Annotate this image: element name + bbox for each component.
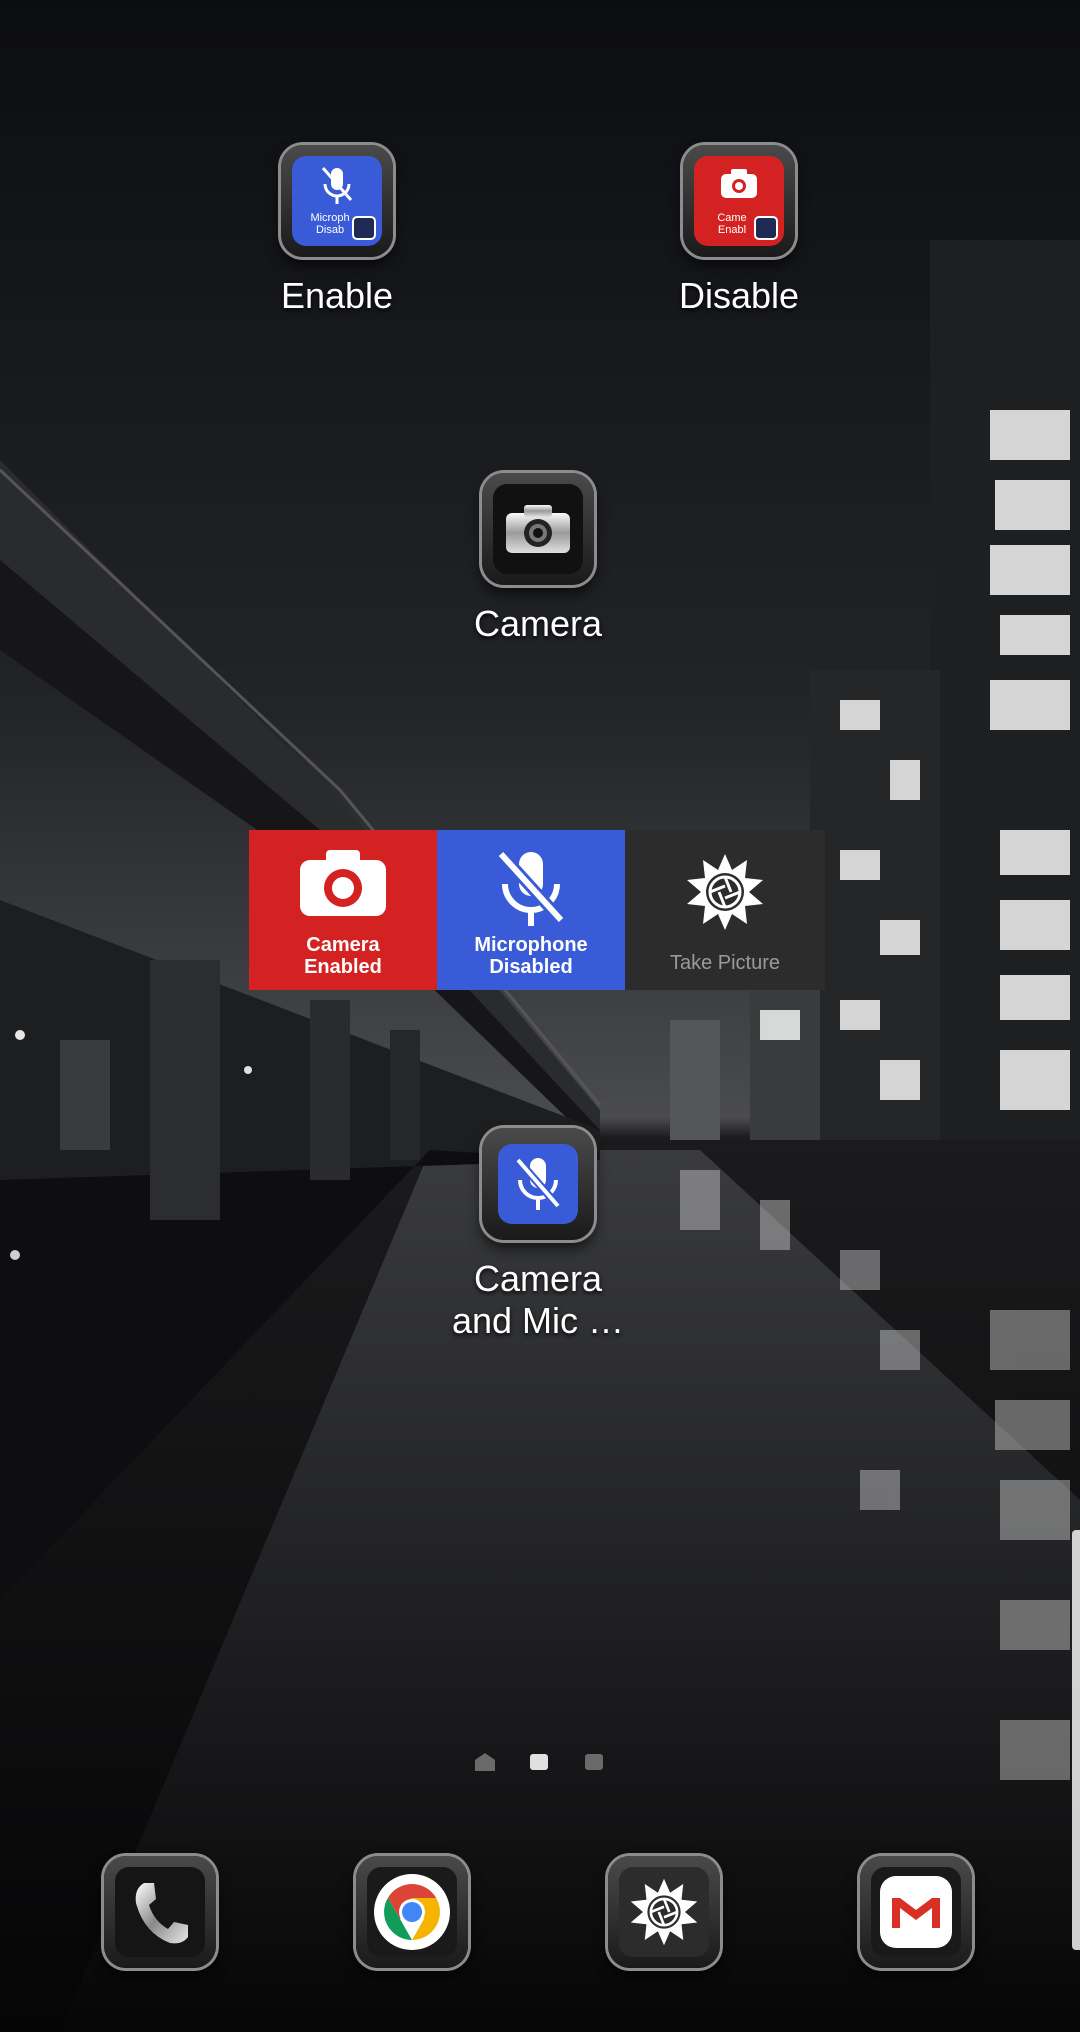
dock-gmail[interactable]: [860, 1856, 972, 1968]
shortcut-label: Disable: [678, 275, 800, 316]
camera-icon: [721, 169, 757, 198]
camera-tile-label: Camera Enabled: [304, 934, 382, 978]
mic-off-icon: [321, 167, 353, 204]
mic-off-icon: [514, 1157, 562, 1210]
camera-icon: [300, 850, 386, 916]
page-dot[interactable]: [585, 1754, 603, 1770]
mic-tile-label: Microphone Disabled: [474, 934, 588, 978]
shutter-icon: [608, 1856, 720, 1968]
dock-take-picture[interactable]: [608, 1856, 720, 1968]
shortcut-camera[interactable]: Camera: [438, 473, 638, 645]
dock-chrome[interactable]: [356, 1856, 468, 1968]
shortcut-disable[interactable]: Came Enabl Disable: [639, 145, 839, 317]
shortcut-label: Camera: [473, 603, 603, 644]
mic-off-icon: [496, 849, 566, 926]
page-dot-current[interactable]: [530, 1754, 548, 1770]
widget-badge-icon: [352, 216, 376, 240]
phone-icon: [104, 1856, 216, 1968]
shortcut-label: Enable: [280, 275, 394, 316]
dock-phone[interactable]: [104, 1856, 216, 1968]
edge-panel-handle[interactable]: [1072, 1530, 1080, 1950]
mic-toggle-tile[interactable]: Microphone Disabled: [437, 830, 625, 990]
page-indicator: [0, 1752, 1080, 1772]
camera-app-icon: [482, 473, 594, 585]
shortcut-camera-and-mic[interactable]: Camera and Mic …: [438, 1128, 638, 1342]
camera-mic-widget: Camera Enabled Microphone Disabled Take …: [249, 830, 825, 990]
take-picture-tile[interactable]: Take Picture: [625, 830, 825, 990]
gmail-icon: [860, 1856, 972, 1968]
chrome-icon: [356, 1856, 468, 1968]
enable-shortcut-icon: Microph Disab: [281, 145, 393, 257]
wallpaper: [0, 0, 1080, 2032]
take-picture-label: Take Picture: [669, 952, 781, 974]
shortcut-enable[interactable]: Microph Disab Enable: [237, 145, 437, 317]
shutter-icon: [687, 854, 763, 930]
camera-toggle-tile[interactable]: Camera Enabled: [249, 830, 437, 990]
camera-mic-app-icon: [482, 1128, 594, 1240]
camera-icon: [506, 505, 570, 553]
widget-badge-icon: [754, 216, 778, 240]
disable-shortcut-icon: Came Enabl: [683, 145, 795, 257]
home-page-icon[interactable]: [474, 1752, 496, 1772]
shortcut-label: Camera and Mic …: [451, 1258, 625, 1341]
